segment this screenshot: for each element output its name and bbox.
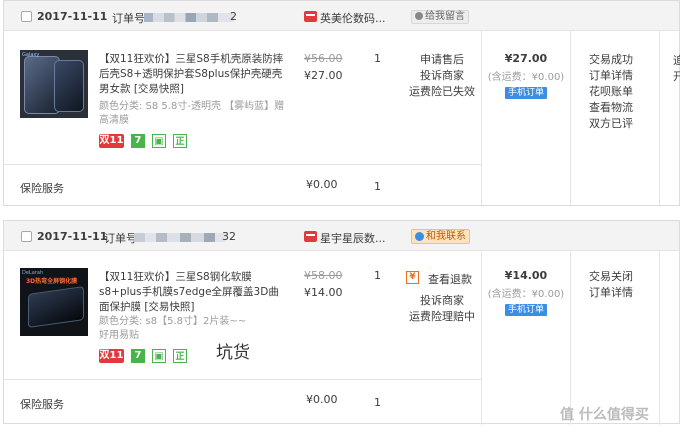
shipping-note: (含运费：¥0.00): [487, 72, 565, 83]
status-column: 交易成功 订单详情 花呗账单 查看物流 双方已评: [589, 52, 633, 132]
insurance-price: ¥0.00: [306, 393, 338, 406]
double11-tag: 双11: [99, 349, 124, 363]
order-total: ¥27.00: [504, 52, 548, 65]
double11-tag: 双11: [99, 134, 124, 148]
insurance-label: 保险服务: [20, 182, 64, 195]
edge-action-1[interactable]: 追: [673, 52, 680, 68]
contact-label: 和我联系: [426, 231, 466, 242]
apply-after-sale-link[interactable]: 申请售后: [402, 52, 482, 68]
order-details-link[interactable]: 订单详情: [589, 285, 633, 301]
refund-icon: ¥: [406, 271, 419, 284]
message-button[interactable]: 给我留言: [411, 10, 469, 24]
divider: [659, 31, 660, 207]
insurance-qty: 1: [374, 180, 381, 193]
redacted-order-number: [144, 13, 234, 22]
seller-name[interactable]: 星宇星辰数...: [320, 230, 386, 246]
bag-icon: ▣: [152, 349, 166, 363]
store-icon: [304, 11, 317, 22]
order-header: 2017-11-11 订单号: 2 英美伦数码... 给我留言: [4, 1, 679, 31]
quantity: 1: [374, 269, 381, 282]
after-sale-column: 投诉商家 运费险理赔中: [402, 293, 482, 325]
watermark: 值 什么值得买: [560, 404, 649, 424]
authentic-icon: 正: [173, 349, 187, 363]
order-card: 2017-11-11 订单号: 2 英美伦数码... 给我留言 Galaxy 【…: [3, 0, 680, 207]
order-card: 2017-11-11 订单号 32 星宇星辰数... 和我联系 DeLarah …: [3, 220, 680, 425]
insurance-qty: 1: [374, 396, 381, 409]
thumbnail-caption: 3D热弯全屏钢化膜: [26, 278, 78, 285]
original-price: ¥56.00: [304, 52, 343, 65]
redacted-order-number: [134, 233, 226, 242]
divider: [4, 164, 481, 165]
order-checkbox[interactable]: [21, 231, 32, 242]
shipping-insurance-status: 运费险理赔中: [409, 310, 475, 323]
wangwang-icon: [415, 231, 424, 241]
huabei-bill-link[interactable]: 花呗账单: [589, 84, 633, 100]
insurance-price: ¥0.00: [306, 178, 338, 191]
store-icon: [304, 231, 317, 242]
product-thumbnail[interactable]: Galaxy: [20, 50, 88, 118]
review-status: 双方已评: [589, 117, 633, 130]
insurance-label: 保险服务: [20, 398, 64, 411]
order-date: 2017-11-11: [37, 230, 108, 243]
shipping-note: (含运费：¥0.00): [487, 289, 565, 300]
contact-button[interactable]: 和我联系: [411, 229, 470, 244]
after-sale-column: 申请售后 投诉商家 运费险已失效: [402, 52, 482, 100]
product-title[interactable]: 【双11狂欢价】三星S8钢化软膜s8+plus手机膜s7edge全屏覆盖3D曲面…: [99, 270, 289, 315]
trade-status: 交易成功: [589, 53, 633, 66]
mobile-order-badge: 手机订单: [505, 304, 548, 316]
status-column: 交易关闭 订单详情: [589, 269, 633, 301]
message-icon: [415, 12, 423, 20]
product-title[interactable]: 【双11狂欢价】三星S8手机壳原装防摔后壳S8+透明保护套S8plus保护壳硬壳…: [99, 52, 289, 97]
view-refund-link[interactable]: 查看退款: [428, 271, 472, 287]
order-number-label: 订单号: [104, 232, 137, 245]
product-thumbnail[interactable]: DeLarah 3D热弯全屏钢化膜: [20, 268, 88, 336]
original-price: ¥58.00: [304, 269, 343, 282]
view-logistics-link[interactable]: 查看物流: [589, 100, 633, 116]
order-date: 2017-11-11: [37, 10, 108, 23]
product-spec: 颜色分类: S8 5.8寸-透明壳 【雾屿蓝】赠高清膜: [99, 101, 285, 126]
message-label: 给我留言: [425, 11, 465, 22]
order-number-tail: 2: [230, 10, 237, 23]
divider: [4, 379, 481, 380]
bag-icon: ▣: [152, 134, 166, 148]
handwritten-annotation: 坑货: [216, 343, 250, 363]
divider: [659, 251, 660, 425]
unit-price: ¥14.00: [304, 286, 343, 299]
divider: [570, 31, 571, 207]
trade-status: 交易关闭: [589, 270, 633, 283]
mobile-order-badge: 手机订单: [505, 87, 548, 99]
seven-day-return-tag: 7: [131, 134, 145, 148]
order-checkbox[interactable]: [21, 11, 32, 22]
seller-name[interactable]: 英美伦数码...: [320, 10, 386, 26]
complain-seller-link[interactable]: 投诉商家: [402, 293, 482, 309]
order-details-link[interactable]: 订单详情: [589, 68, 633, 84]
shipping-insurance-status: 运费险已失效: [409, 85, 475, 98]
seven-day-return-tag: 7: [131, 349, 145, 363]
order-number-tail: 32: [222, 230, 236, 243]
unit-price: ¥27.00: [304, 69, 343, 82]
watermark-text: 值 什么值得买: [560, 407, 649, 423]
order-header: 2017-11-11 订单号 32 星宇星辰数... 和我联系: [4, 221, 679, 251]
authentic-icon: 正: [173, 134, 187, 148]
complain-seller-link[interactable]: 投诉商家: [402, 68, 482, 84]
divider: [570, 251, 571, 425]
order-total: ¥14.00: [504, 269, 548, 282]
quantity: 1: [374, 52, 381, 65]
edge-action-2[interactable]: 开: [673, 68, 680, 84]
